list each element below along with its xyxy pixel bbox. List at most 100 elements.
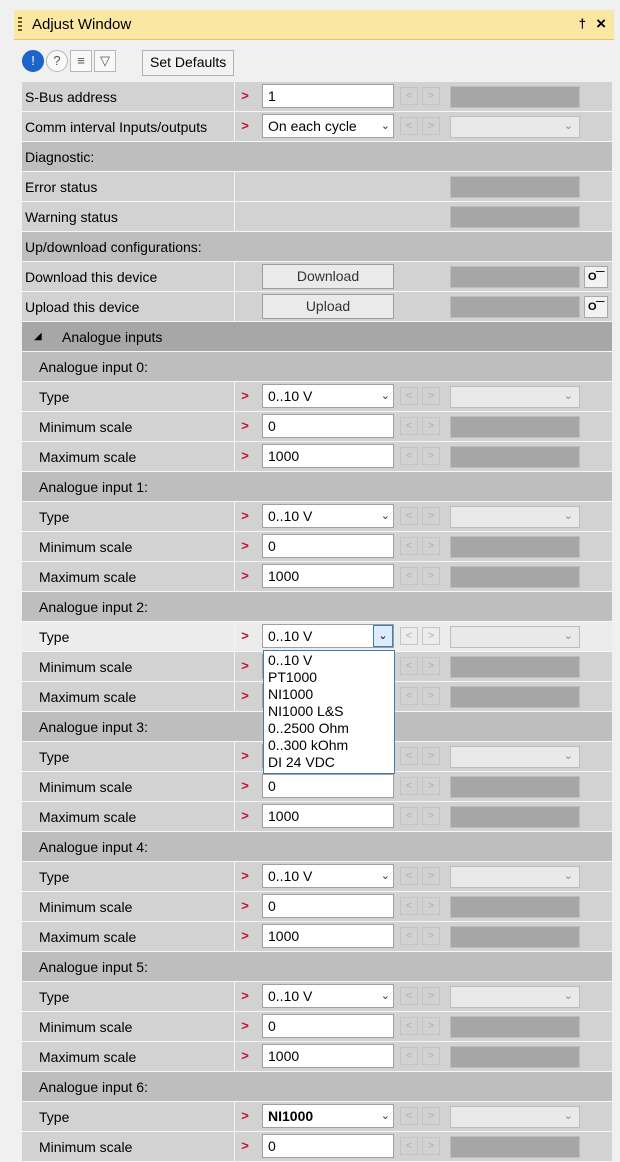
expand-arrow-icon[interactable]: > (236, 507, 254, 525)
nav-right-icon[interactable]: > (422, 807, 440, 825)
nav-left-icon[interactable]: < (400, 777, 418, 795)
expand-arrow-icon[interactable]: > (236, 417, 254, 435)
grip-handle[interactable] (18, 17, 22, 33)
nav-left-icon[interactable]: < (400, 927, 418, 945)
expand-arrow-icon[interactable]: > (236, 1107, 254, 1125)
nav-left-icon[interactable]: < (400, 567, 418, 585)
type-select[interactable]: 0..10 V ⌄ (262, 864, 394, 888)
dropdown-option[interactable]: 0..10 V (264, 652, 394, 669)
nav-left-icon[interactable]: < (400, 867, 418, 885)
nav-left-icon[interactable]: < (400, 1017, 418, 1035)
minimum-scale-input[interactable]: 0 (262, 534, 394, 558)
nav-left-icon[interactable]: < (400, 507, 418, 525)
nav-right-icon[interactable]: > (422, 927, 440, 945)
maximum-scale-input[interactable]: 1000 (262, 924, 394, 948)
key-icon[interactable]: O‾‾ (584, 266, 608, 288)
key-icon[interactable]: O‾‾ (584, 296, 608, 318)
nav-left-icon[interactable]: < (400, 537, 418, 555)
set-defaults-button[interactable]: Set Defaults (142, 50, 235, 76)
type-select[interactable]: NI1000 ⌄ (262, 1104, 394, 1128)
minimum-scale-input[interactable]: 0 (262, 894, 394, 918)
expand-arrow-icon[interactable]: > (236, 567, 254, 585)
nav-left-icon[interactable]: < (400, 687, 418, 705)
type-dropdown-list[interactable]: 0..10 V PT1000 NI1000 NI1000 L&S 0..2500… (263, 650, 395, 774)
nav-right-icon[interactable]: > (422, 447, 440, 465)
type-select[interactable]: 0..10 V ⌄ (262, 504, 394, 528)
nav-left-icon[interactable]: < (400, 627, 418, 645)
type-select[interactable]: 0..10 V ⌄ (262, 624, 394, 648)
nav-right-icon[interactable]: > (422, 777, 440, 795)
nav-right-icon[interactable]: > (422, 627, 440, 645)
chevron-down-icon[interactable]: ⌄ (381, 385, 390, 407)
expand-arrow-icon[interactable]: > (236, 627, 254, 645)
expand-arrow-icon[interactable]: > (236, 687, 254, 705)
expand-arrow-icon[interactable]: > (236, 447, 254, 465)
expand-arrow-icon[interactable]: > (236, 927, 254, 945)
expand-arrow-icon[interactable]: > (236, 777, 254, 795)
nav-left-icon[interactable]: < (400, 87, 418, 105)
maximum-scale-input[interactable]: 1000 (262, 1044, 394, 1068)
nav-right-icon[interactable]: > (422, 897, 440, 915)
maximum-scale-input[interactable]: 1000 (262, 444, 394, 468)
type-select[interactable]: 0..10 V ⌄ (262, 984, 394, 1008)
expand-arrow-icon[interactable]: > (236, 747, 254, 765)
download-button[interactable]: Download (262, 264, 394, 289)
filter-icon[interactable]: ▽ (94, 50, 116, 72)
expand-arrow-icon[interactable]: > (236, 87, 254, 105)
list-icon[interactable]: ≡ (70, 50, 92, 72)
dropdown-option[interactable]: NI1000 (264, 686, 394, 703)
comm-interval-select[interactable]: On each cycle ⌄ (262, 114, 394, 138)
close-icon[interactable]: × (596, 14, 606, 34)
nav-right-icon[interactable]: > (422, 657, 440, 675)
expand-arrow-icon[interactable]: > (236, 1017, 254, 1035)
expand-arrow-icon[interactable]: > (236, 117, 254, 135)
type-select[interactable]: 0..10 V ⌄ (262, 384, 394, 408)
expand-arrow-icon[interactable]: > (236, 867, 254, 885)
expand-arrow-icon[interactable]: > (236, 387, 254, 405)
nav-left-icon[interactable]: < (400, 1107, 418, 1125)
maximum-scale-input[interactable]: 1000 (262, 564, 394, 588)
upload-button[interactable]: Upload (262, 294, 394, 319)
nav-left-icon[interactable]: < (400, 447, 418, 465)
minimum-scale-input[interactable]: 0 (262, 1134, 394, 1158)
expand-arrow-icon[interactable]: > (236, 1047, 254, 1065)
nav-right-icon[interactable]: > (422, 867, 440, 885)
nav-left-icon[interactable]: < (400, 117, 418, 135)
expand-arrow-icon[interactable]: > (236, 1137, 254, 1155)
minimum-scale-input[interactable]: 0 (262, 774, 394, 798)
nav-right-icon[interactable]: > (422, 1047, 440, 1065)
nav-right-icon[interactable]: > (422, 1017, 440, 1035)
nav-right-icon[interactable]: > (422, 1137, 440, 1155)
dropdown-option[interactable]: NI1000 L&S (264, 703, 394, 720)
minimum-scale-input[interactable]: 0 (262, 414, 394, 438)
expand-arrow-icon[interactable]: > (236, 537, 254, 555)
help-icon[interactable]: ? (46, 50, 68, 72)
nav-left-icon[interactable]: < (400, 1137, 418, 1155)
nav-left-icon[interactable]: < (400, 1047, 418, 1065)
chevron-down-icon[interactable]: ⌄ (373, 625, 393, 647)
chevron-down-icon[interactable]: ⌄ (381, 985, 390, 1007)
nav-left-icon[interactable]: < (400, 417, 418, 435)
dropdown-option[interactable]: 0..2500 Ohm (264, 720, 394, 737)
expand-arrow-icon[interactable]: > (236, 807, 254, 825)
chevron-down-icon[interactable]: ⌄ (381, 1105, 390, 1127)
nav-right-icon[interactable]: > (422, 507, 440, 525)
nav-right-icon[interactable]: > (422, 537, 440, 555)
nav-right-icon[interactable]: > (422, 87, 440, 105)
expand-arrow-icon[interactable]: > (236, 897, 254, 915)
dropdown-option[interactable]: 0..300 kOhm (264, 737, 394, 754)
nav-left-icon[interactable]: < (400, 387, 418, 405)
nav-right-icon[interactable]: > (422, 987, 440, 1005)
chevron-down-icon[interactable]: ⌄ (381, 865, 390, 887)
nav-left-icon[interactable]: < (400, 897, 418, 915)
nav-right-icon[interactable]: > (422, 417, 440, 435)
nav-left-icon[interactable]: < (400, 657, 418, 675)
info-icon[interactable]: ! (22, 50, 44, 72)
expand-arrow-icon[interactable]: > (236, 987, 254, 1005)
nav-right-icon[interactable]: > (422, 117, 440, 135)
nav-right-icon[interactable]: > (422, 387, 440, 405)
group-analogue-inputs[interactable]: ◢ Analogue inputs (22, 322, 612, 352)
pin-icon[interactable]: † (579, 16, 586, 31)
dropdown-option[interactable]: PT1000 (264, 669, 394, 686)
chevron-down-icon[interactable]: ⌄ (381, 505, 390, 527)
